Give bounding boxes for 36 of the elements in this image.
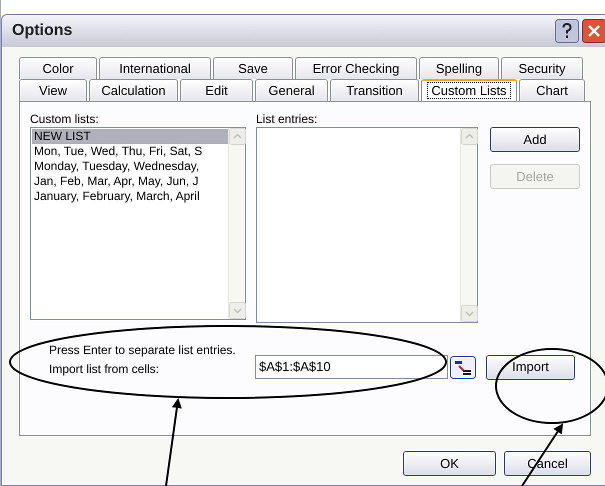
- list-item[interactable]: Mon, Tue, Wed, Thu, Fri, Sat, S: [32, 144, 228, 159]
- import-button[interactable]: Import: [486, 354, 575, 380]
- help-icon[interactable]: [555, 19, 579, 43]
- tab[interactable]: International: [99, 57, 211, 79]
- custom-lists-listbox[interactable]: NEW LIST Mon, Tue, Wed, Thu, Fri, Sat, S Monday, Tuesday, Wednesday, Jan, Feb, Mar, Apr, May, Jun, J January, February, March, April: [30, 127, 246, 320]
- tab[interactable]: View: [19, 79, 87, 101]
- scroll-up-icon[interactable]: [229, 128, 246, 145]
- tab[interactable]: Edit: [180, 79, 253, 101]
- scroll-down-icon[interactable]: [229, 302, 246, 319]
- tab[interactable]: General: [255, 79, 328, 101]
- tab[interactable]: Save: [213, 57, 293, 79]
- scroll-up-icon[interactable]: [461, 128, 478, 145]
- hint-text: Press Enter to separate list entries.: [49, 342, 237, 358]
- list-entries-box[interactable]: [256, 127, 478, 323]
- add-button[interactable]: Add: [490, 127, 580, 152]
- scroll-down-icon[interactable]: [461, 305, 478, 322]
- tab[interactable]: Error Checking: [295, 57, 417, 79]
- collapse-dialog-icon[interactable]: [450, 356, 476, 378]
- list-item[interactable]: January, February, March, April: [32, 189, 228, 204]
- ok-button[interactable]: OK: [403, 451, 496, 476]
- tab[interactable]: Spelling: [419, 57, 499, 79]
- tab[interactable]: Calculation: [89, 79, 178, 101]
- window-title: Options: [12, 21, 72, 41]
- tab[interactable]: Transition: [330, 79, 419, 101]
- close-icon[interactable]: [582, 19, 605, 43]
- import-label: Import list from cells:: [49, 361, 160, 377]
- tab[interactable]: Security: [501, 57, 583, 79]
- list-entries-label: List entries:: [256, 111, 318, 127]
- cell-range-field[interactable]: $A$1:$A$10: [255, 355, 448, 379]
- tab[interactable]: Chart: [519, 79, 585, 101]
- list-item[interactable]: NEW LIST: [32, 129, 228, 144]
- tab[interactable]: Color: [19, 57, 97, 79]
- custom-lists-label: Custom lists:: [30, 111, 100, 127]
- list-item[interactable]: Jan, Feb, Mar, Apr, May, Jun, J: [32, 174, 228, 189]
- tab[interactable]: Custom Lists: [421, 79, 517, 101]
- list-item[interactable]: Monday, Tuesday, Wednesday,: [32, 159, 228, 174]
